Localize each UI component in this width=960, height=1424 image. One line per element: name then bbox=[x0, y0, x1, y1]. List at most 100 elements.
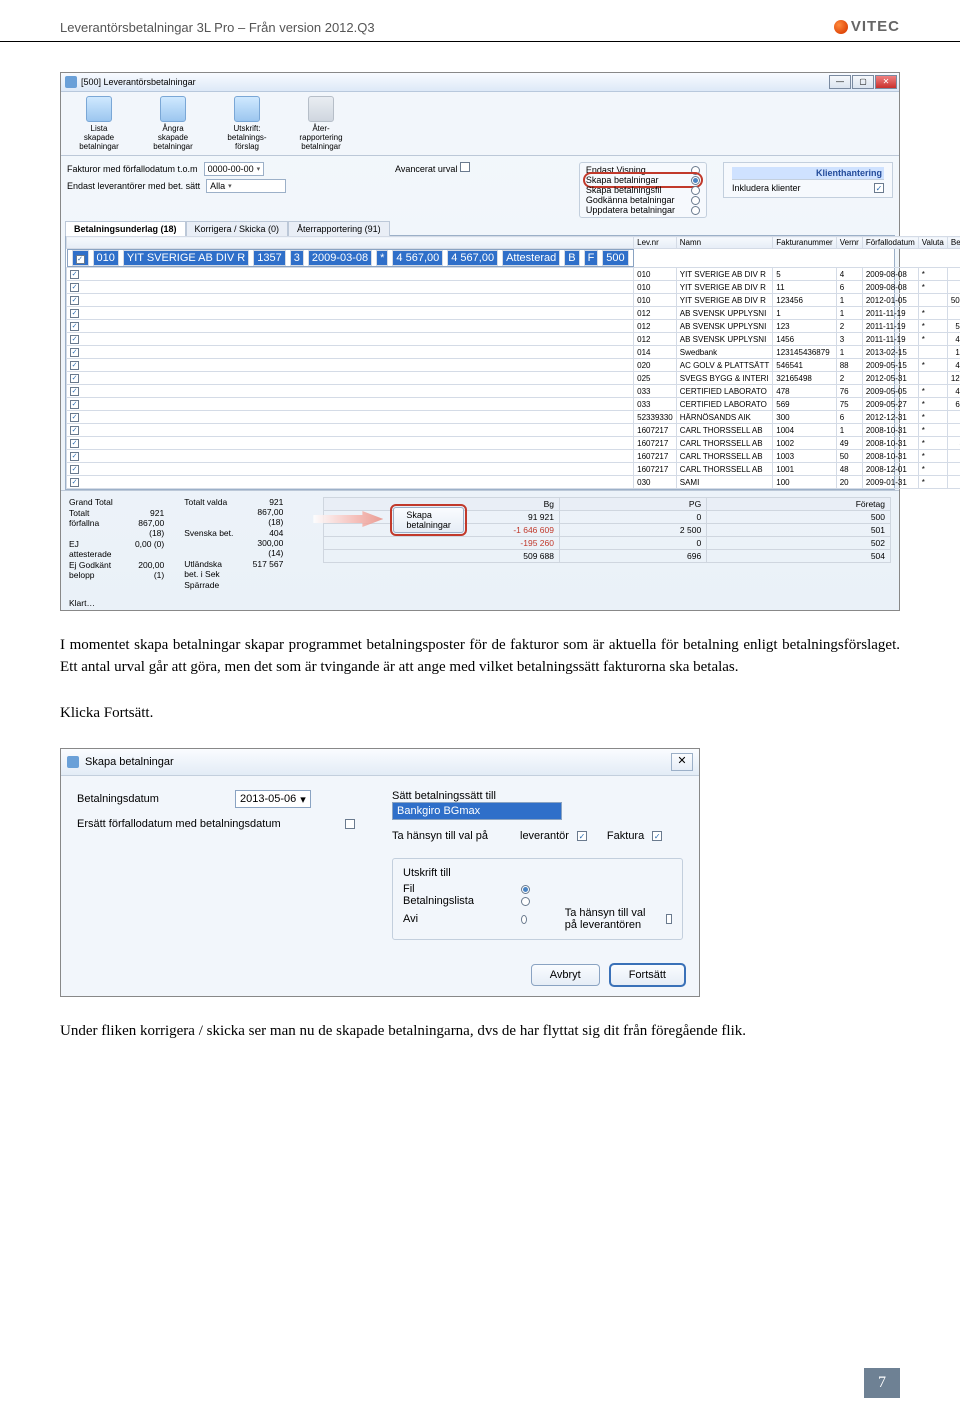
table-row[interactable]: 010YIT SVERIGE AB DIV R12345612012-01-05… bbox=[67, 294, 960, 307]
payment-method-select[interactable]: Bankgiro BGmax bbox=[392, 802, 562, 820]
row-checkbox[interactable] bbox=[70, 374, 79, 383]
tab-2[interactable]: Återrapportering (91) bbox=[288, 221, 390, 236]
row-checkbox[interactable] bbox=[70, 387, 79, 396]
ribbon-button-0[interactable]: Listaskapadebetalningar bbox=[67, 96, 131, 151]
advanced-filter-checkbox[interactable] bbox=[460, 162, 470, 172]
dialog-app-icon bbox=[67, 756, 79, 768]
mode-option-2[interactable]: Skapa betalningsfil bbox=[586, 185, 700, 195]
cancel-button[interactable]: Avbryt bbox=[531, 964, 600, 986]
row-checkbox[interactable] bbox=[70, 478, 79, 487]
dialog-close-button[interactable]: ✕ bbox=[671, 753, 693, 771]
row-checkbox[interactable] bbox=[70, 426, 79, 435]
ribbon-icon bbox=[86, 96, 112, 122]
minimize-button[interactable]: — bbox=[829, 75, 851, 89]
grid-footer: Grand TotalTotalt förfallna921 867,00 (1… bbox=[61, 490, 899, 596]
row-checkbox[interactable] bbox=[70, 452, 79, 461]
consider-supplier-label: leverantör bbox=[520, 830, 569, 842]
tab-0[interactable]: Betalningsunderlag (18) bbox=[65, 221, 186, 236]
table-row[interactable]: 033CERTIFIED LABORATO569752009-05-27*68 … bbox=[67, 398, 960, 411]
create-payments-button[interactable]: Skapa betalningar bbox=[393, 507, 464, 533]
radio-icon bbox=[691, 166, 700, 175]
table-row[interactable]: 010YIT SVERIGE AB DIV R1162009-08-08*8 0… bbox=[67, 281, 960, 294]
payment-method-label: Sätt betalningssätt till bbox=[392, 790, 542, 802]
client-panel-header: Klienthantering bbox=[732, 167, 884, 180]
row-checkbox[interactable] bbox=[70, 439, 79, 448]
table-row[interactable]: 030SAMI100202009-01-31*800,00800,00Attes… bbox=[67, 476, 960, 489]
mode-option-1[interactable]: Skapa betalningar bbox=[586, 175, 700, 185]
table-row[interactable]: 010YIT SVERIGE AB DIV R135732009-03-08*4… bbox=[67, 249, 634, 267]
ribbon-button-1[interactable]: Ångraskapadebetalningar bbox=[141, 96, 205, 151]
paragraph-1: I momentet skapa betalningar skapar prog… bbox=[60, 635, 900, 679]
radio-icon bbox=[521, 897, 530, 906]
window-titlebar: [500] Leverantörsbetalningar — ▢ ✕ bbox=[61, 73, 899, 92]
output-option-1[interactable]: Betalningslista bbox=[403, 895, 672, 907]
due-date-input[interactable]: 0000-00-00 bbox=[204, 162, 265, 176]
ribbon-icon bbox=[160, 96, 186, 122]
table-row[interactable]: 014Swedbank12314543687912013-02-1510 000… bbox=[67, 346, 960, 359]
row-checkbox[interactable] bbox=[70, 361, 79, 370]
radio-icon bbox=[691, 206, 700, 215]
advanced-filter-label: Avancerat urval bbox=[395, 164, 457, 174]
table-row[interactable]: 010YIT SVERIGE AB DIV R542009-08-08*5 00… bbox=[67, 268, 960, 281]
row-checkbox[interactable] bbox=[70, 335, 79, 344]
output-option-0[interactable]: Fil bbox=[403, 883, 672, 895]
app-icon bbox=[65, 76, 77, 88]
maximize-button[interactable]: ▢ bbox=[852, 75, 874, 89]
row-checkbox[interactable] bbox=[70, 283, 79, 292]
table-row[interactable]: 033CERTIFIED LABORATO478762009-05-05*47 … bbox=[67, 385, 960, 398]
table-row[interactable]: 1607217CARL THORSSELL AB1003502008-10-31… bbox=[67, 450, 960, 463]
ribbon-button-3[interactable]: Åter-rapporteringbetalningar bbox=[289, 96, 353, 151]
client-panel: Klienthantering Inkludera klienter bbox=[723, 162, 893, 198]
due-date-label: Fakturor med förfallodatum t.o.m bbox=[67, 164, 198, 174]
dialog-title: Skapa betalningar bbox=[85, 756, 174, 768]
row-checkbox[interactable] bbox=[70, 296, 79, 305]
row-checkbox[interactable] bbox=[76, 255, 85, 264]
row-checkbox[interactable] bbox=[70, 270, 79, 279]
payment-date-label: Betalningsdatum bbox=[77, 793, 227, 805]
table-row[interactable]: 012AB SVENSK UPPLYSNI12322011-11-19*50 0… bbox=[67, 320, 960, 333]
radio-icon bbox=[521, 885, 530, 894]
row-checkbox[interactable] bbox=[70, 348, 79, 357]
replace-duedate-checkbox[interactable] bbox=[345, 819, 355, 829]
page-header: Leverantörsbetalningar 3L Pro – Från ver… bbox=[0, 0, 960, 42]
mode-option-0[interactable]: Endast Visning bbox=[586, 165, 700, 175]
mode-option-4[interactable]: Uppdatera betalningar bbox=[586, 205, 700, 215]
row-checkbox[interactable] bbox=[70, 465, 79, 474]
mode-option-3[interactable]: Godkänna betalningar bbox=[586, 195, 700, 205]
table-row[interactable]: 1607217CARL THORSSELL AB1001482008-12-01… bbox=[67, 463, 960, 476]
table-row[interactable]: 1607217CARL THORSSELL AB100412008-10-31*… bbox=[67, 424, 960, 437]
table-row[interactable]: 012AB SVENSK UPPLYSNI112011-11-19*1 000,… bbox=[67, 307, 960, 320]
table-row[interactable]: 1607217CARL THORSSELL AB1002492008-10-31… bbox=[67, 437, 960, 450]
supplier-filter-select[interactable]: Alla bbox=[206, 179, 286, 193]
continue-button[interactable]: Fortsätt bbox=[610, 964, 685, 986]
paragraph-2: Klicka Fortsätt. bbox=[60, 703, 900, 725]
supplier-filter-label: Endast leverantörer med bet. sätt bbox=[67, 181, 200, 191]
consider-supplier-checkbox[interactable] bbox=[577, 831, 587, 841]
row-checkbox[interactable] bbox=[70, 400, 79, 409]
row-checkbox[interactable] bbox=[70, 309, 79, 318]
include-clients-label: Inkludera klienter bbox=[732, 183, 801, 193]
ribbon-icon bbox=[234, 96, 260, 122]
row-checkbox[interactable] bbox=[70, 322, 79, 331]
tab-1[interactable]: Korrigera / Skicka (0) bbox=[186, 221, 289, 236]
row-checkbox[interactable] bbox=[70, 413, 79, 422]
include-clients-checkbox[interactable] bbox=[874, 183, 884, 193]
replace-duedate-label: Ersätt förfallodatum med betalningsdatum bbox=[77, 818, 337, 830]
payment-date-input[interactable]: 2013-05-06 ▾ bbox=[235, 790, 311, 808]
table-row[interactable]: 025SVEGS BYGG & INTERI3216549822012-05-3… bbox=[67, 372, 960, 385]
tab-bar: Betalningsunderlag (18)Korrigera / Skick… bbox=[61, 220, 899, 235]
close-button[interactable]: ✕ bbox=[875, 75, 897, 89]
consider-invoice-checkbox[interactable] bbox=[652, 831, 662, 841]
radio-icon bbox=[691, 186, 700, 195]
payments-grid[interactable]: Lev.nrNamnFakturanummerVernrFörfallodatu… bbox=[65, 235, 895, 490]
output-option-2[interactable]: AviTa hänsyn till val på leverantören bbox=[403, 907, 672, 931]
paragraph-3: Under fliken korrigera / skicka ser man … bbox=[60, 1021, 900, 1043]
consider-supplier-print-checkbox[interactable] bbox=[666, 914, 672, 924]
ribbon-toolbar: ListaskapadebetalningarÅngraskapadebetal… bbox=[61, 92, 899, 156]
output-panel: Utskrift till FilBetalningslistaAviTa hä… bbox=[392, 858, 683, 940]
table-row[interactable]: 020AC GOLV & PLATTSÄTT546541882009-05-15… bbox=[67, 359, 960, 372]
ribbon-button-2[interactable]: Utskrift:betalnings-förslag bbox=[215, 96, 279, 151]
doc-title: Leverantörsbetalningar 3L Pro – Från ver… bbox=[60, 20, 375, 35]
table-row[interactable]: 52339330HÄRNÖSANDS AIK30062012-12-31*5 0… bbox=[67, 411, 960, 424]
table-row[interactable]: 012AB SVENSK UPPLYSNI145632011-11-19*40 … bbox=[67, 333, 960, 346]
